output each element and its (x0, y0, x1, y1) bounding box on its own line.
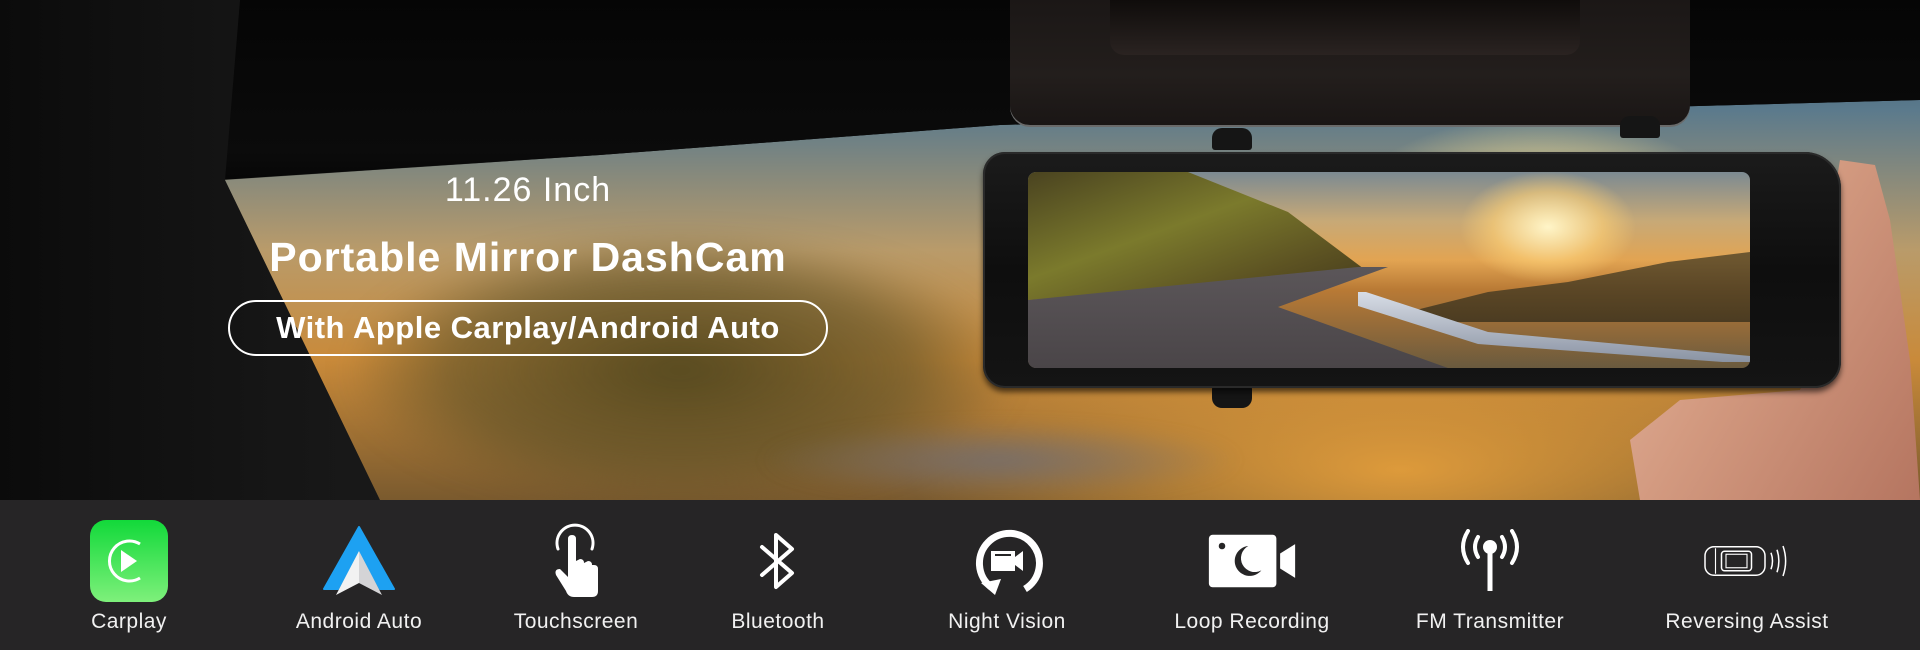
feature-bluetooth: Bluetooth (668, 500, 888, 650)
product-title: Portable Mirror DashCam (269, 234, 787, 280)
night-camera-icon (1207, 520, 1297, 602)
android-auto-icon (314, 520, 404, 602)
antenna-icon (1445, 520, 1535, 602)
feature-reversing-assist: Reversing Assist (1637, 500, 1857, 650)
bluetooth-icon (733, 520, 823, 602)
mirror-clip-top-left (1212, 128, 1252, 150)
feature-label: Loop Recording (1174, 610, 1330, 633)
feature-android-auto: Android Auto (249, 500, 469, 650)
feature-label: Android Auto (295, 610, 423, 633)
feature-label: FM Transmitter (1415, 610, 1565, 633)
feature-label: Reversing Assist (1665, 610, 1829, 633)
feature-fm-transmitter: FM Transmitter (1380, 500, 1600, 650)
touch-hand-icon (531, 520, 621, 602)
feature-night-vision: Night Vision (897, 500, 1117, 650)
mirror-dashcam-screen (1028, 172, 1750, 368)
screen-size-text: 11.26 Inch (444, 171, 612, 209)
loop-camera-icon (962, 520, 1052, 602)
feature-label: Night Vision (948, 610, 1066, 633)
feature-carplay: Carplay (19, 500, 239, 650)
carplay-icon (84, 520, 174, 602)
mirror-clip-bottom (1212, 386, 1252, 408)
feature-loop-recording: Loop Recording (1142, 500, 1362, 650)
feature-label: Carplay (91, 610, 167, 633)
feature-label: Touchscreen (513, 610, 639, 633)
compatibility-pill: With Apple Carplay/Android Auto (228, 300, 828, 356)
hero-banner: 11.26 Inch Portable Mirror DashCam With … (0, 0, 1920, 500)
headline-block: 11.26 Inch Portable Mirror DashCam With … (228, 170, 828, 356)
mirror-clip-top-right (1620, 116, 1660, 138)
feature-bar: Carplay Android Auto Touchscreen Bluetoo… (0, 500, 1920, 650)
feature-touchscreen: Touchscreen (466, 500, 686, 650)
screen-far-hills (1408, 252, 1750, 322)
car-sensor-icon (1702, 520, 1792, 602)
overhead-console-slot (1110, 0, 1580, 55)
feature-label: Bluetooth (731, 610, 825, 633)
blurred-road (700, 400, 1400, 500)
